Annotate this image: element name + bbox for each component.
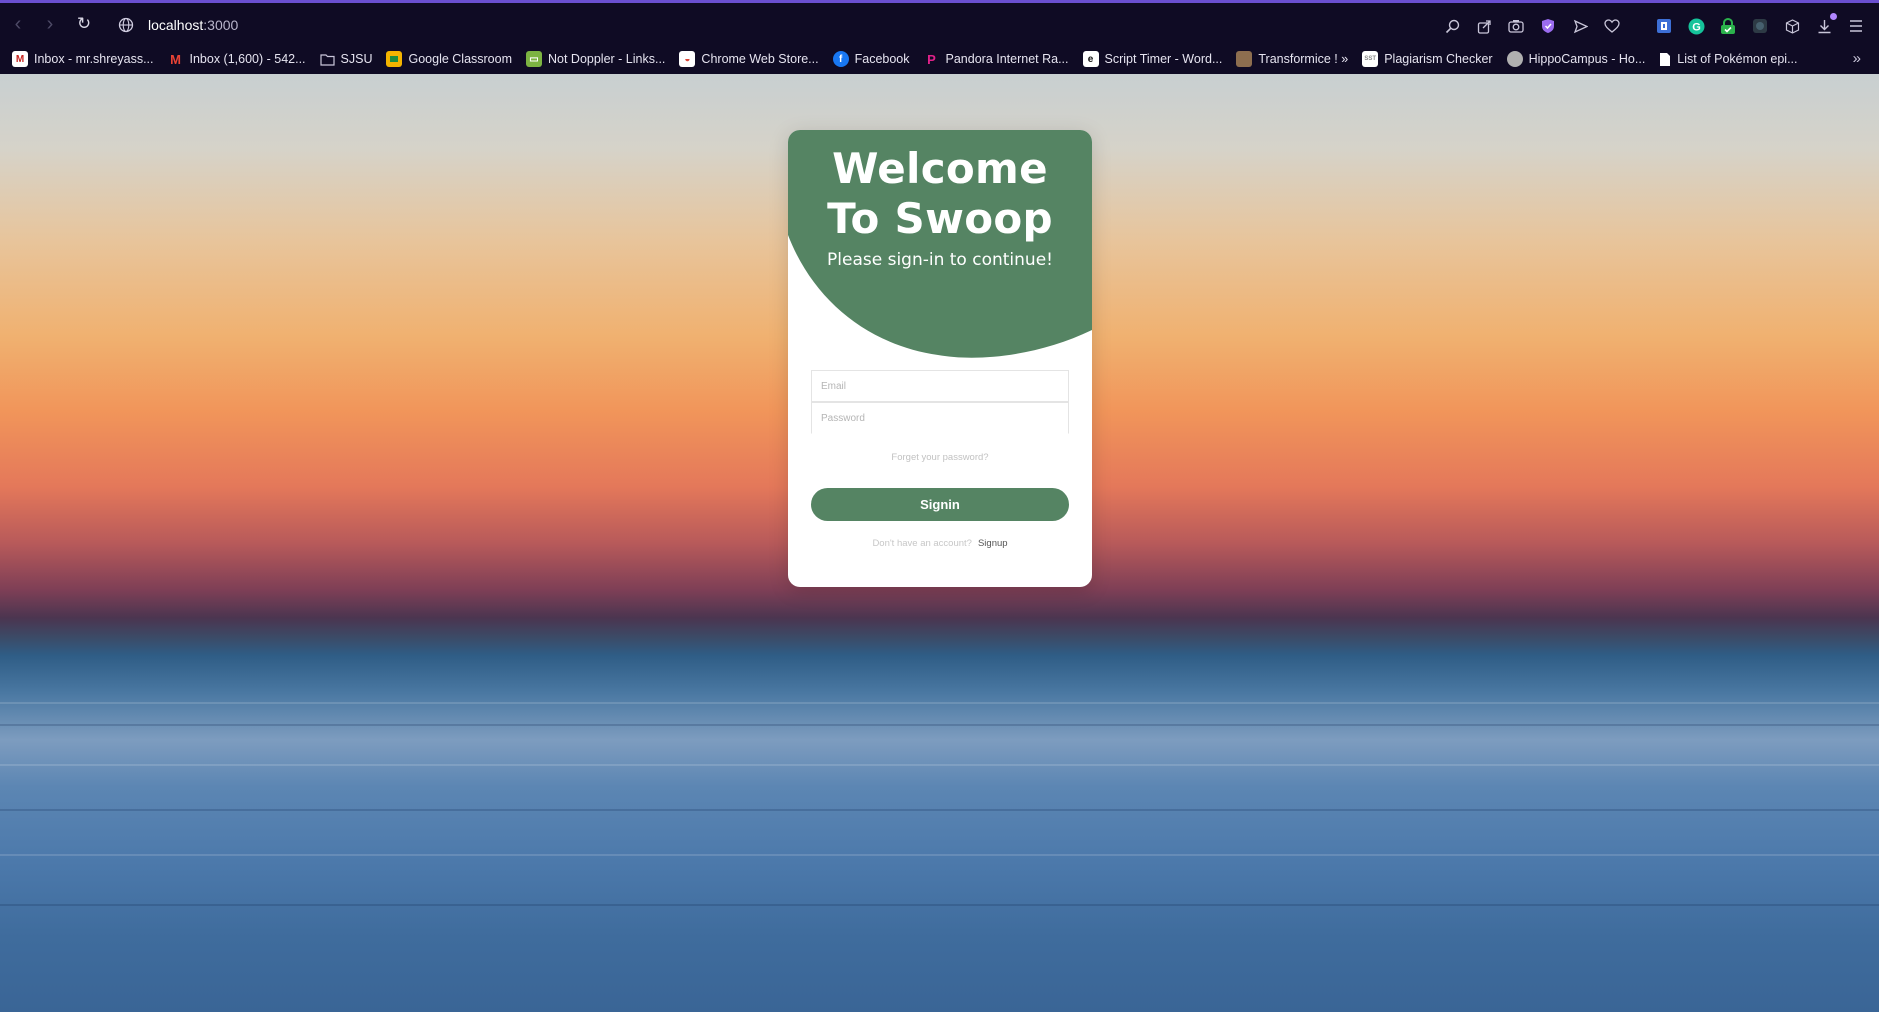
bookmark-label: List of Pokémon epi... [1677,52,1798,66]
bookmark-item[interactable]: SJSU [319,52,373,66]
classroom-icon [386,51,403,67]
bookmark-item[interactable]: List of Pokémon epi... [1659,52,1798,67]
extension-icon[interactable] [1653,15,1675,37]
bookmark-item[interactable]: Google Classroom [386,51,512,67]
bookmark-item[interactable]: M Inbox (1,600) - 542... [167,51,305,67]
page-background: Welcome To Swoop Please sign-in to conti… [0,74,1879,1012]
signup-question: Don't have an account? [872,538,972,549]
signin-button[interactable]: Signin [811,488,1069,521]
chevron-right-icon[interactable]: › [40,13,60,35]
water-streak [0,724,1879,726]
scripttimer-icon: e [1082,51,1099,67]
bookmark-label: Google Classroom [408,52,512,66]
bookmark-label: Inbox (1,600) - 542... [189,52,306,66]
address-bar[interactable]: localhost:3000 [118,13,238,37]
password-manager-icon[interactable] [1717,15,1739,37]
reload-icon[interactable]: ↻ [74,13,94,35]
bookmark-item[interactable]: HippoCampus - Ho... [1506,51,1646,67]
sst-icon: SST [1362,51,1379,67]
cube-icon[interactable] [1781,15,1803,37]
water-streak [0,809,1879,811]
signup-link[interactable]: Signup [978,538,1008,549]
signup-line: Don't have an account? Signup [788,538,1092,549]
password-field[interactable] [811,402,1069,434]
subtitle: Please sign-in to continue! [827,250,1053,270]
bookmark-item[interactable]: ▭ Not Doppler - Links... [526,51,665,67]
bookmark-label: Transformice ! » [1258,52,1349,66]
vpn-shield-icon[interactable] [1537,15,1559,37]
title-line: Welcome [832,144,1048,193]
water-streak [0,702,1879,704]
bookmark-label: SJSU [340,52,373,66]
bookmarks-bar: M Inbox - mr.shreyass... M Inbox (1,600)… [0,44,1879,74]
transformice-icon [1236,51,1253,67]
gmail-icon: M [12,51,28,67]
notdoppler-icon: ▭ [526,51,542,67]
toolbar-icons: G [1441,13,1867,37]
gmail-icon: M [170,51,181,67]
login-card: Welcome To Swoop Please sign-in to conti… [788,130,1092,587]
bookmark-item[interactable]: M Inbox - mr.shreyass... [12,51,153,67]
bookmark-label: Inbox - mr.shreyass... [34,52,154,66]
globe-icon [118,17,134,33]
water-streak [0,854,1879,856]
chevron-left-icon[interactable]: ‹ [8,13,28,35]
browser-toolbar: ‹ › ↻ localhost:3000 G [0,0,1879,44]
heart-icon[interactable] [1601,15,1623,37]
url-text[interactable]: localhost:3000 [148,17,238,33]
share-icon[interactable] [1473,15,1495,37]
bookmark-label: Facebook [854,52,910,66]
email-field[interactable] [811,370,1069,402]
folder-icon [319,53,335,66]
extension-dark-icon[interactable] [1749,15,1771,37]
hippocampus-icon [1506,51,1523,67]
bookmark-item[interactable]: Transformice ! » [1236,51,1348,67]
bookmark-item[interactable]: ◒ Chrome Web Store... [679,51,819,67]
chevron-double-right-icon[interactable]: » [1853,50,1861,67]
bookmark-label: Pandora Internet Ra... [945,52,1069,66]
bookmark-item[interactable]: P Pandora Internet Ra... [924,51,1069,67]
bookmark-item[interactable]: e Script Timer - Word... [1082,51,1223,67]
bookmark-item[interactable]: SST Plagiarism Checker [1362,51,1493,67]
camera-icon[interactable] [1505,15,1527,37]
forgot-password-link[interactable]: Forget your password? [788,452,1092,463]
document-icon [1660,52,1671,66]
card-header: Welcome To Swoop Please sign-in to conti… [788,130,1092,360]
welcome-title: Welcome To Swoop [788,144,1092,244]
title-line: To Swoop [827,194,1053,243]
send-icon[interactable] [1569,15,1591,37]
svg-text:G: G [1692,21,1701,33]
zoom-icon[interactable] [1441,15,1463,37]
water-streak [0,764,1879,766]
bookmark-item[interactable]: f Facebook [832,51,910,67]
menu-icon[interactable] [1845,15,1867,37]
download-badge [1830,13,1837,20]
bookmark-label: Plagiarism Checker [1384,52,1493,66]
download-icon[interactable] [1813,13,1837,37]
bookmark-label: Chrome Web Store... [701,52,819,66]
water-streak [0,904,1879,906]
facebook-icon: f [832,51,849,67]
bookmark-label: HippoCampus - Ho... [1528,52,1646,66]
webstore-icon: ◒ [679,51,696,67]
bookmark-label: Script Timer - Word... [1104,52,1223,66]
bookmark-label: Not Doppler - Links... [548,52,666,66]
pandora-icon: P [927,51,936,67]
grammarly-icon[interactable]: G [1685,15,1707,37]
